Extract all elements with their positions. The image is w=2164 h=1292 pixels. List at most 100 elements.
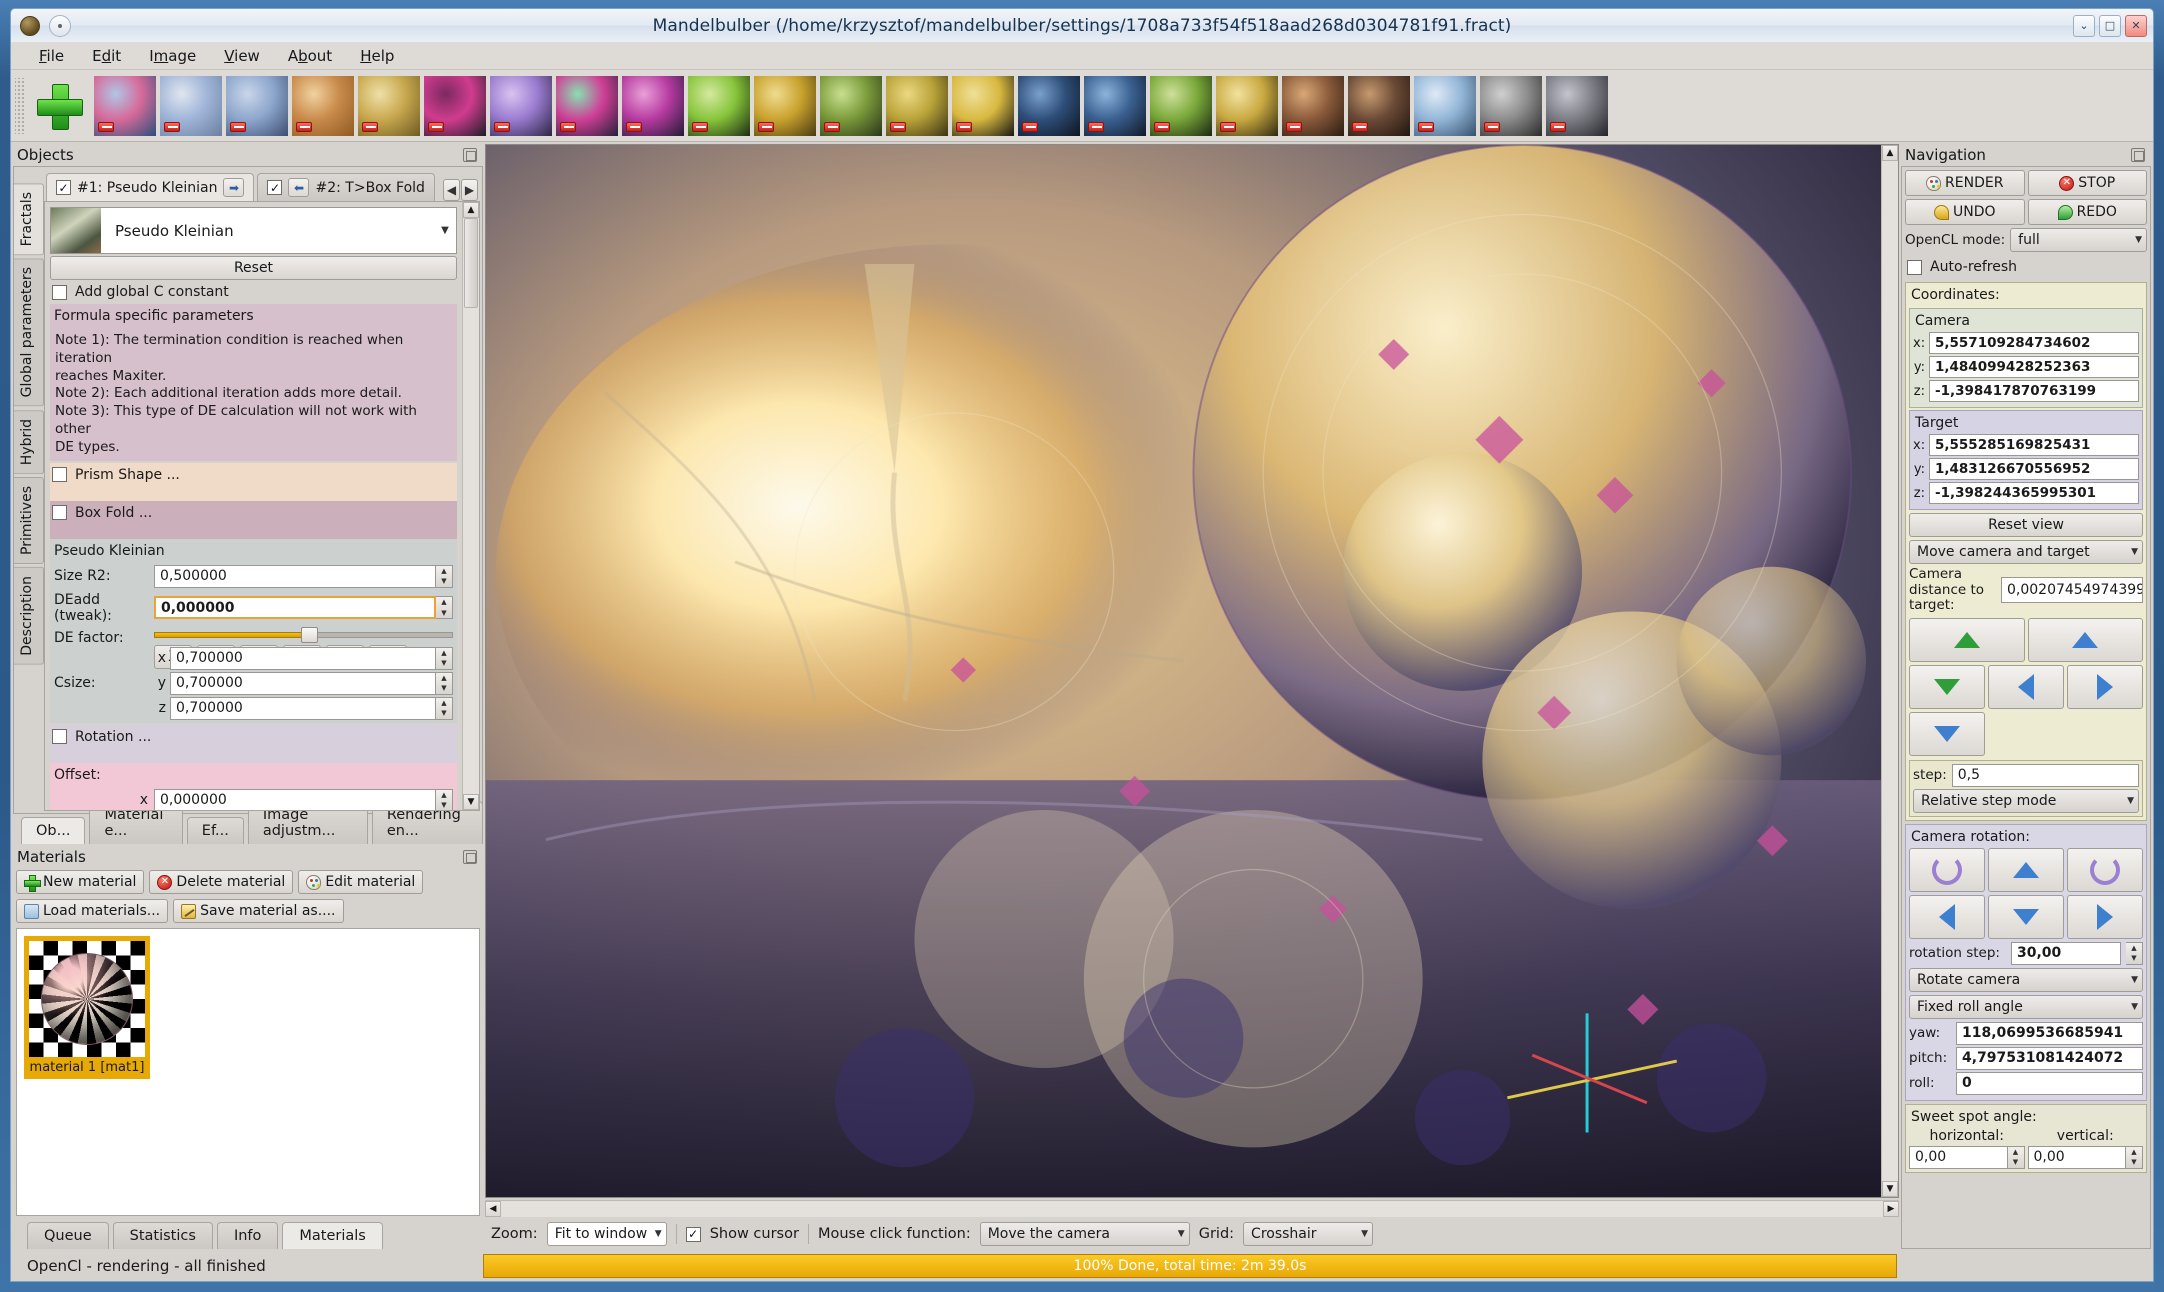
preset-thumbnail[interactable] bbox=[819, 75, 883, 137]
remove-preset-icon[interactable] bbox=[692, 121, 708, 132]
grid-select[interactable]: Crosshair ▼ bbox=[1243, 1222, 1374, 1246]
material-card[interactable]: material 1 [mat1] bbox=[24, 936, 150, 1079]
auto-refresh-row[interactable]: Auto-refresh bbox=[1905, 255, 2147, 279]
bottom-tab-materials[interactable]: Materials bbox=[282, 1222, 383, 1249]
remove-preset-icon[interactable] bbox=[1550, 121, 1566, 132]
fractal-tab-1[interactable]: ✓ #1: Pseudo Kleinian ➡ bbox=[46, 173, 255, 201]
preset-thumbnail[interactable] bbox=[1545, 75, 1609, 137]
bottom-tab-queue[interactable]: Queue bbox=[27, 1222, 109, 1249]
prism-shape-checkbox[interactable] bbox=[52, 467, 67, 483]
remove-preset-icon[interactable] bbox=[758, 121, 774, 132]
remove-preset-icon[interactable] bbox=[956, 121, 972, 132]
preset-thumbnail[interactable] bbox=[1215, 75, 1279, 137]
redo-button[interactable]: REDO bbox=[2027, 199, 2147, 225]
image-vscroll-track[interactable] bbox=[1882, 161, 1898, 1181]
rotation-step-stepper[interactable]: ▲ ▼ bbox=[2126, 941, 2143, 965]
stop-button[interactable]: ✕ STOP bbox=[2027, 170, 2147, 196]
rotation-row[interactable]: Rotation ... bbox=[50, 725, 457, 749]
preset-thumbnail[interactable] bbox=[291, 75, 355, 137]
toolbar-grip[interactable] bbox=[15, 77, 25, 134]
image-scroll-left-icon[interactable]: ◀ bbox=[485, 1201, 501, 1217]
deadd-input[interactable]: 0,000000 bbox=[154, 596, 436, 620]
save-material-as-button[interactable]: Save material as.... bbox=[173, 899, 344, 923]
image-scroll-right-icon[interactable]: ▶ bbox=[1883, 1201, 1899, 1217]
auto-refresh-checkbox[interactable] bbox=[1907, 259, 1922, 275]
rotation-step-input[interactable]: 30,00 bbox=[2011, 941, 2121, 965]
csize-z-stepper[interactable]: ▲ ▼ bbox=[436, 696, 453, 720]
zoom-select[interactable]: Fit to window ▼ bbox=[546, 1222, 667, 1246]
sweet-horizontal-input[interactable]: 0,00 bbox=[1909, 1145, 2008, 1169]
edit-material-button[interactable]: Edit material bbox=[298, 870, 424, 894]
menu-about[interactable]: About bbox=[274, 43, 346, 69]
rotate-left-button[interactable] bbox=[1909, 894, 1985, 939]
preset-thumbnail[interactable] bbox=[225, 75, 289, 137]
move-forward-button[interactable] bbox=[1909, 617, 2025, 662]
preset-thumbnail[interactable] bbox=[159, 75, 223, 137]
objects-vtab-primitives[interactable]: Primitives bbox=[14, 476, 44, 564]
fractal-tab-checkbox[interactable]: ✓ bbox=[267, 180, 283, 195]
preset-thumbnail[interactable] bbox=[555, 75, 619, 137]
objects-vtab-global-parameters[interactable]: Global parameters bbox=[14, 258, 44, 407]
scroll-up-icon[interactable]: ▲ bbox=[463, 202, 479, 218]
yaw-input[interactable]: 118,0699536685941 bbox=[1956, 1021, 2143, 1045]
undock-icon[interactable] bbox=[463, 148, 477, 162]
remove-preset-icon[interactable] bbox=[1154, 121, 1170, 132]
remove-preset-icon[interactable] bbox=[626, 121, 642, 132]
formula-selector[interactable]: Pseudo Kleinian ▼ bbox=[50, 207, 457, 254]
preset-thumbnail[interactable] bbox=[1083, 75, 1147, 137]
fractal-tab-arrow-icon[interactable]: ⬅ bbox=[288, 178, 310, 197]
move-up-button[interactable] bbox=[2027, 617, 2143, 662]
rotation-checkbox[interactable] bbox=[52, 729, 67, 745]
sweet-vertical-input[interactable]: 0,00 bbox=[2027, 1145, 2126, 1169]
remove-preset-icon[interactable] bbox=[230, 121, 246, 132]
rotate-left-roll-button[interactable] bbox=[1909, 847, 1985, 892]
preset-thumbnail[interactable] bbox=[1017, 75, 1081, 137]
remove-preset-icon[interactable] bbox=[1286, 121, 1302, 132]
chevron-down-icon[interactable]: ▼ bbox=[434, 225, 456, 236]
remove-preset-icon[interactable] bbox=[824, 121, 840, 132]
rotate-down-button[interactable] bbox=[1988, 894, 2064, 939]
reset-formula-button[interactable]: Reset bbox=[50, 256, 457, 280]
image-vertical-scrollbar[interactable]: ▲ ▼ bbox=[1881, 145, 1898, 1197]
preset-thumbnail[interactable] bbox=[1347, 75, 1411, 137]
step-mode-select[interactable]: Relative step mode ▼ bbox=[1913, 788, 2139, 813]
fractal-params-scrollbar[interactable]: ▲ ▼ bbox=[462, 202, 479, 810]
menu-view[interactable]: View bbox=[210, 43, 274, 69]
fractal-tab-checkbox[interactable]: ✓ bbox=[56, 180, 71, 195]
target-x-input[interactable]: 5,555285169825431 bbox=[1929, 434, 2139, 456]
tabs-scroll-right-icon[interactable]: ▶ bbox=[461, 179, 478, 201]
tabs-scroll-left-icon[interactable]: ◀ bbox=[443, 179, 460, 201]
window-menu-button[interactable] bbox=[49, 14, 71, 37]
preset-thumbnail[interactable] bbox=[1479, 75, 1543, 137]
delete-material-button[interactable]: ✕ Delete material bbox=[149, 870, 294, 894]
rotate-right-button[interactable] bbox=[2067, 894, 2143, 939]
remove-preset-icon[interactable] bbox=[1484, 121, 1500, 132]
deadd-stepper[interactable]: ▲ ▼ bbox=[436, 596, 453, 620]
add-preset-button[interactable] bbox=[27, 75, 91, 137]
preset-thumbnail[interactable] bbox=[753, 75, 817, 137]
menu-image[interactable]: Image bbox=[135, 43, 210, 69]
remove-preset-icon[interactable] bbox=[428, 121, 444, 132]
sweet-vertical-stepper[interactable]: ▲ ▼ bbox=[2126, 1145, 2143, 1169]
materials-undock-icon[interactable] bbox=[463, 850, 477, 864]
csize-x-stepper[interactable]: ▲ ▼ bbox=[436, 646, 453, 670]
sweet-horizontal-stepper[interactable]: ▲ ▼ bbox=[2007, 1145, 2025, 1169]
rotate-mode-select[interactable]: Rotate camera ▼ bbox=[1909, 967, 2143, 992]
remove-preset-icon[interactable] bbox=[98, 121, 114, 132]
chevron-down-icon[interactable]: ▼ bbox=[2135, 235, 2142, 245]
box-fold-row[interactable]: Box Fold ... bbox=[50, 501, 457, 525]
preset-thumbnail[interactable] bbox=[357, 75, 421, 137]
move-right-button[interactable] bbox=[2067, 664, 2143, 709]
target-y-input[interactable]: 1,483126670556952 bbox=[1929, 458, 2139, 480]
remove-preset-icon[interactable] bbox=[1352, 121, 1368, 132]
minimize-button[interactable]: ⌄ bbox=[2073, 14, 2095, 37]
preset-thumbnail[interactable] bbox=[489, 75, 553, 137]
opencl-mode-select[interactable]: full ▼ bbox=[2010, 228, 2147, 252]
rotate-right-roll-button[interactable] bbox=[2067, 847, 2143, 892]
csize-x-input[interactable]: 0,700000 bbox=[170, 646, 436, 670]
scrollbar-track[interactable] bbox=[463, 308, 479, 794]
target-z-input[interactable]: -1,398244365995301 bbox=[1929, 482, 2139, 504]
load-materials-button[interactable]: Load materials... bbox=[16, 899, 169, 923]
fractal-render[interactable] bbox=[486, 145, 1881, 1197]
step-input[interactable]: 0,5 bbox=[1951, 763, 2139, 787]
